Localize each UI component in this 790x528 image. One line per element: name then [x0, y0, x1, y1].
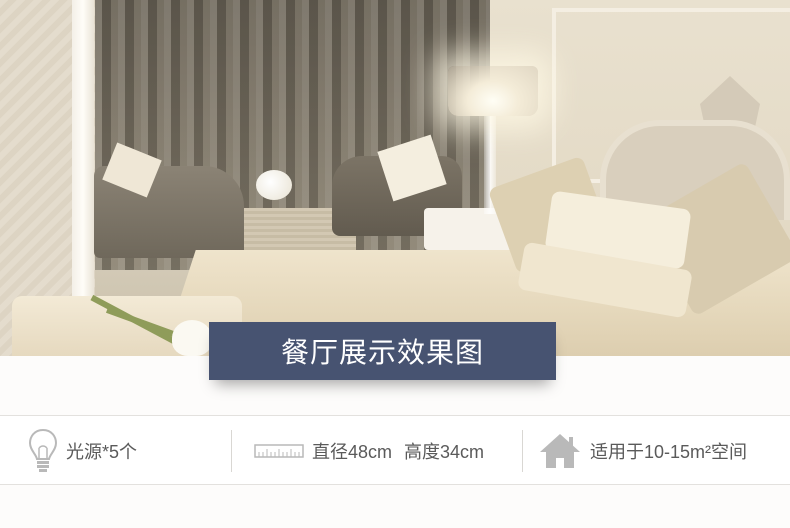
feature-light-sources: 光源*5个 [28, 416, 137, 486]
lightbulb-icon [28, 428, 58, 474]
diameter-label: 直径48cm [312, 442, 393, 462]
ruler-icon [254, 444, 304, 458]
light-sources-label: 光源*5个 [66, 442, 138, 462]
caption-banner: 餐厅展示效果图 [209, 322, 556, 380]
room-area-label: 适用于10-15m²空间 [590, 442, 748, 462]
white-pillar [72, 0, 94, 300]
crystal-lamp [448, 66, 538, 116]
room-photo [0, 0, 790, 356]
features-bar: 光源*5个 直径48cm 高度34cm 适用于10-15m²空间 [0, 415, 790, 485]
divider [522, 430, 523, 472]
lily-flower [172, 320, 212, 356]
feature-room-area: 适用于10-15m²空间 [538, 416, 747, 486]
divider [231, 430, 232, 472]
height-label: 高度34cm [404, 442, 485, 462]
flower-vase [256, 170, 292, 200]
banner-title: 餐厅展示效果图 [280, 337, 484, 368]
house-icon [538, 432, 582, 470]
feature-dimensions: 直径48cm 高度34cm [254, 416, 484, 486]
